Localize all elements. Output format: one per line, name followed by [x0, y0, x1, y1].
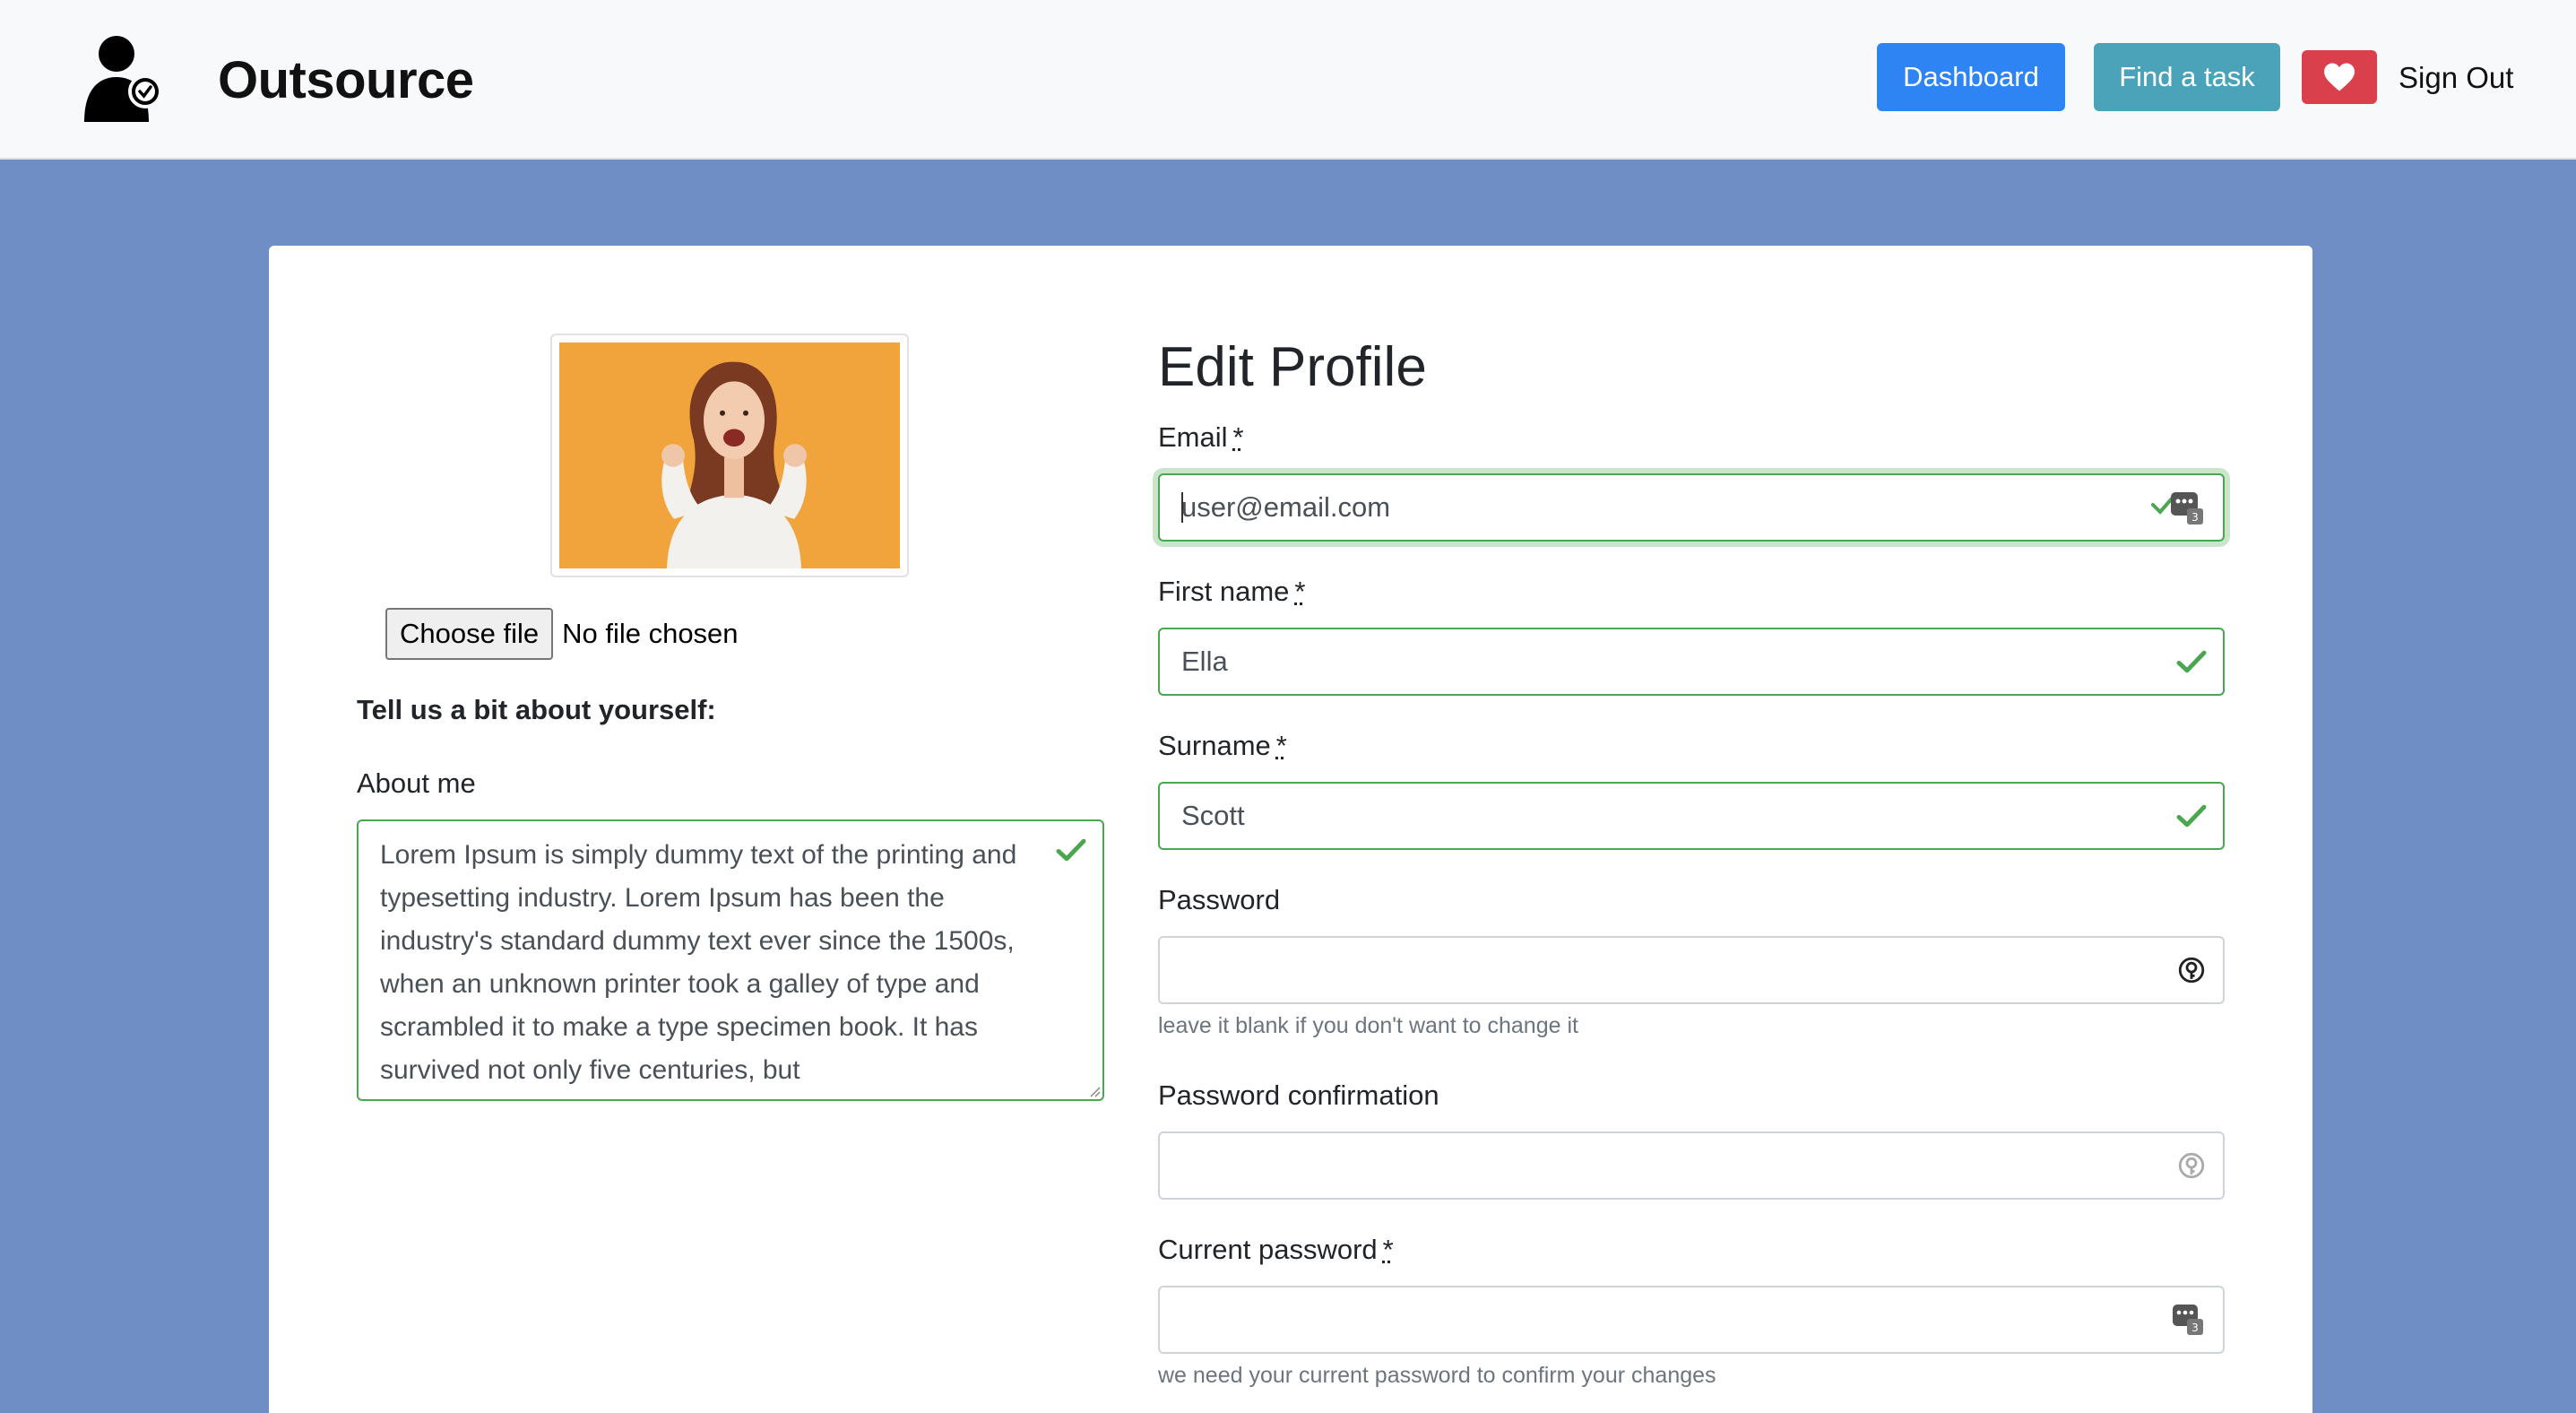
about-me-text: Lorem Ipsum is simply dummy text of the … — [380, 840, 1017, 1085]
password-field[interactable] — [1158, 936, 2225, 1004]
autofill-key-icon[interactable]: 3 — [2151, 485, 2207, 530]
heart-icon — [2324, 63, 2355, 91]
email-label: Email * — [1158, 421, 1244, 454]
password-help-text: leave it blank if you don't want to chan… — [1158, 1013, 1578, 1038]
favorites-button[interactable] — [2302, 50, 2377, 104]
first-name-label: First name * — [1158, 576, 1306, 608]
valid-check-icon — [2176, 650, 2207, 673]
password-confirmation-label: Password confirmation — [1158, 1079, 1439, 1111]
dashboard-button[interactable]: Dashboard — [1877, 43, 2065, 111]
current-password-help-text: we need your current password to confirm… — [1158, 1363, 1716, 1388]
surname-label-text: Surname — [1158, 730, 1271, 761]
autofill-key-icon[interactable]: 3 — [2171, 1301, 2207, 1339]
find-task-button[interactable]: Find a task — [2094, 43, 2280, 111]
password-label: Password — [1158, 884, 1281, 915]
password-key-icon[interactable] — [2176, 1150, 2207, 1181]
choose-file-button[interactable]: Choose file — [385, 608, 554, 660]
photo-upload-control: Choose file No file chosen — [385, 608, 739, 660]
email-label-text: Email — [1158, 421, 1228, 453]
required-marker: * — [1294, 576, 1306, 607]
valid-check-icon — [1056, 838, 1086, 862]
about-me-textarea[interactable]: Lorem Ipsum is simply dummy text of the … — [357, 819, 1104, 1101]
page-title: Edit Profile — [1158, 336, 1427, 398]
current-password-label: Current password * — [1158, 1234, 1394, 1266]
required-marker: * — [1232, 421, 1244, 453]
file-status-text: No file chosen — [562, 618, 739, 649]
profile-photo-frame — [550, 334, 909, 577]
edit-profile-card: Choose file No file chosen Tell us a bit… — [269, 246, 2312, 1413]
surname-value: Scott — [1181, 800, 1245, 831]
required-marker: * — [1382, 1234, 1394, 1265]
brand-name[interactable]: Outsource — [218, 50, 474, 110]
profile-photo — [559, 342, 900, 568]
svg-text:3: 3 — [2191, 511, 2199, 524]
top-navbar: Outsource Dashboard Find a task Sign Out — [0, 0, 2576, 160]
email-value: user@email.com — [1181, 491, 1391, 523]
first-name-label-text: First name — [1158, 576, 1290, 607]
about-me-label: About me — [357, 767, 476, 799]
about-heading: Tell us a bit about yourself: — [357, 694, 716, 725]
surname-field[interactable]: Scott — [1158, 782, 2225, 850]
first-name-field[interactable]: Ella — [1158, 628, 2225, 696]
current-password-field[interactable]: 3 — [1158, 1286, 2225, 1354]
woman-portrait-image — [559, 342, 900, 568]
svg-text:3: 3 — [2191, 1322, 2199, 1334]
sign-out-link[interactable]: Sign Out — [2399, 61, 2513, 95]
surname-label: Surname * — [1158, 730, 1287, 762]
resize-handle-icon[interactable] — [1086, 1083, 1101, 1097]
required-marker: * — [1275, 730, 1287, 761]
email-field[interactable]: user@email.com 3 — [1158, 473, 2225, 542]
user-check-logo-icon[interactable] — [79, 34, 169, 124]
current-password-label-text: Current password — [1158, 1234, 1378, 1265]
password-key-icon[interactable] — [2176, 955, 2207, 985]
valid-check-icon — [2176, 804, 2207, 828]
password-confirmation-field[interactable] — [1158, 1131, 2225, 1200]
first-name-value: Ella — [1181, 646, 1228, 677]
